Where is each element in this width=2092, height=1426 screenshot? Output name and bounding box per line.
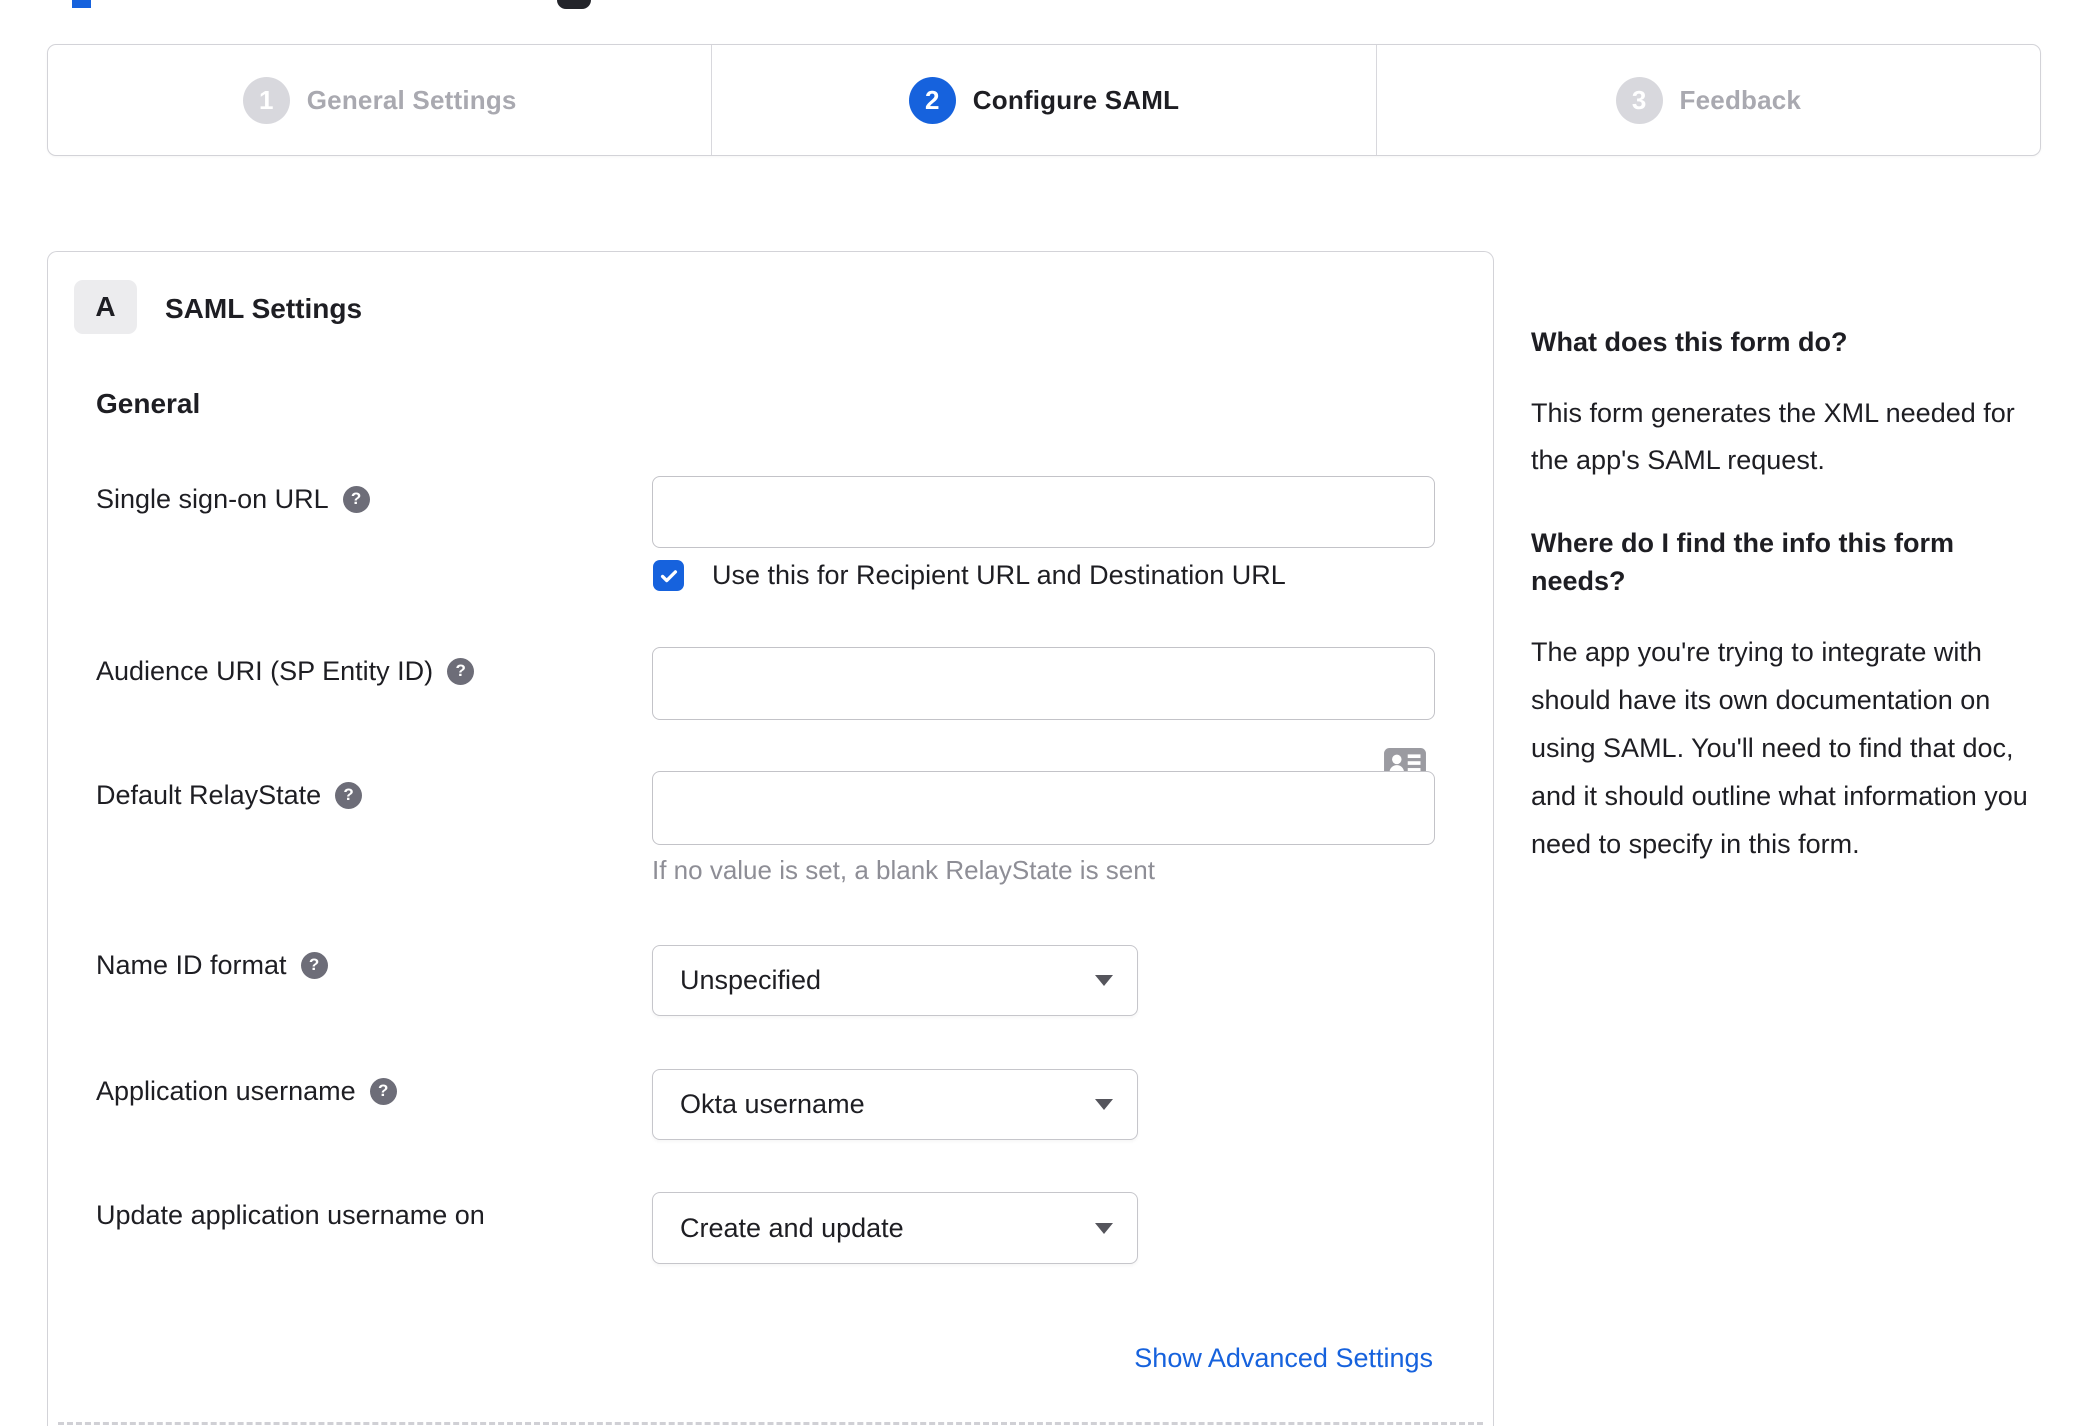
name-id-format-value: Unspecified bbox=[680, 965, 822, 995]
chevron-down-icon bbox=[1095, 1222, 1113, 1234]
name-id-format-label: Name ID format bbox=[96, 949, 287, 980]
relay-state-help-icon[interactable]: ? bbox=[335, 781, 363, 809]
step-1-label: General Settings bbox=[306, 84, 517, 115]
sso-url-help-icon[interactable]: ? bbox=[342, 485, 370, 513]
clipped-tab-underline-fragment bbox=[72, 0, 91, 8]
relay-state-label: Default RelayState bbox=[96, 779, 322, 810]
sso-url-input[interactable] bbox=[652, 476, 1435, 548]
application-username-label: Application username bbox=[96, 1075, 356, 1106]
sidebar-heading-what: What does this form do? bbox=[1531, 327, 1848, 357]
sso-url-label: Single sign-on URL bbox=[96, 483, 329, 514]
recipient-url-checkbox[interactable] bbox=[653, 560, 684, 591]
help-sidebar: What does this form do? This form genera… bbox=[1531, 322, 2036, 868]
step-2-number: 2 bbox=[908, 76, 956, 124]
checkmark-icon bbox=[660, 569, 677, 582]
step-configure-saml[interactable]: 2 Configure SAML bbox=[711, 45, 1375, 155]
relay-state-input[interactable] bbox=[652, 771, 1435, 845]
step-2-label: Configure SAML bbox=[972, 84, 1180, 115]
update-username-label: Update application username on bbox=[96, 1199, 485, 1230]
step-1-number: 1 bbox=[242, 76, 290, 124]
step-3-number: 3 bbox=[1615, 76, 1663, 124]
sidebar-body-what: This form generates the XML needed for t… bbox=[1531, 398, 2015, 475]
saml-settings-panel: A SAML Settings General Single sign-on U… bbox=[47, 251, 1494, 1426]
name-id-format-label-row: Name ID format ? bbox=[96, 948, 328, 982]
show-advanced-settings-link[interactable]: Show Advanced Settings bbox=[1134, 1343, 1433, 1374]
update-username-value: Create and update bbox=[680, 1212, 904, 1243]
audience-uri-help-icon[interactable]: ? bbox=[447, 657, 475, 685]
name-id-format-help-icon[interactable]: ? bbox=[300, 951, 328, 979]
step-3-label: Feedback bbox=[1679, 84, 1802, 115]
wizard-stepper: 1 General Settings 2 Configure SAML 3 Fe… bbox=[47, 44, 2041, 156]
group-title-general: General bbox=[96, 388, 201, 419]
relay-state-hint: If no value is set, a blank RelayState i… bbox=[652, 854, 1155, 885]
name-id-format-select[interactable]: Unspecified bbox=[652, 945, 1138, 1016]
sidebar-body-where: The app you're trying to integrate with … bbox=[1531, 637, 2028, 859]
audience-uri-label-row: Audience URI (SP Entity ID) ? bbox=[96, 654, 475, 688]
application-username-select[interactable]: Okta username bbox=[652, 1069, 1138, 1140]
application-username-help-icon[interactable]: ? bbox=[369, 1077, 397, 1105]
step-general-settings[interactable]: 1 General Settings bbox=[48, 45, 711, 155]
clipped-icon-fragment bbox=[557, 0, 591, 9]
relay-state-label-row: Default RelayState ? bbox=[96, 778, 363, 812]
audience-uri-input[interactable] bbox=[652, 647, 1435, 720]
sso-url-label-row: Single sign-on URL ? bbox=[96, 482, 370, 516]
sidebar-heading-where: Where do I find the info this form needs… bbox=[1531, 528, 1954, 596]
audience-uri-label: Audience URI (SP Entity ID) bbox=[96, 655, 434, 686]
application-username-label-row: Application username ? bbox=[96, 1074, 397, 1108]
section-dashed-divider bbox=[58, 1422, 1483, 1425]
update-username-label-row: Update application username on bbox=[96, 1198, 485, 1232]
chevron-down-icon bbox=[1095, 1099, 1113, 1110]
recipient-url-checkbox-label: Use this for Recipient URL and Destinati… bbox=[712, 559, 1286, 590]
chevron-down-icon bbox=[1095, 975, 1113, 986]
update-username-select[interactable]: Create and update bbox=[652, 1192, 1138, 1264]
panel-title: SAML Settings bbox=[165, 293, 363, 324]
step-feedback[interactable]: 3 Feedback bbox=[1375, 45, 2040, 155]
application-username-value: Okta username bbox=[680, 1089, 865, 1119]
section-badge: A bbox=[74, 280, 137, 334]
